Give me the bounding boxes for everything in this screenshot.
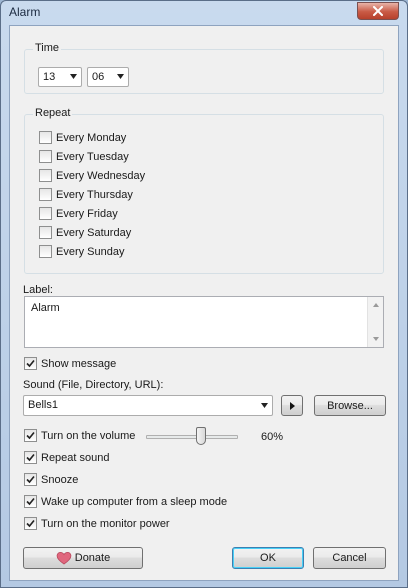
donate-button[interactable]: Donate [23,547,143,569]
ok-label: OK [260,552,276,564]
time-group-label: Time [33,42,62,54]
option-checkbox-box[interactable] [24,495,37,508]
option-checkbox-label: Snooze [41,473,79,486]
repeat-day-checkbox-box[interactable] [39,245,52,258]
option-checkbox[interactable]: Snooze [24,473,78,486]
close-button[interactable] [357,2,399,20]
option-checkbox-box[interactable] [24,451,37,464]
repeat-day-checkbox[interactable]: Every Monday [39,131,126,144]
chevron-down-icon [70,74,77,79]
volume-box[interactable] [24,429,37,442]
repeat-day-checkbox-label: Every Tuesday [56,150,129,163]
option-checkbox-label: Turn on the monitor power [41,517,170,530]
browse-label: Browse... [327,399,373,412]
donate-label: Donate [74,552,111,564]
cancel-button[interactable]: Cancel [313,547,386,569]
window-title: Alarm [9,5,41,19]
option-checkbox-box[interactable] [24,473,37,486]
checkmark-icon [26,519,35,528]
option-checkbox-label: Repeat sound [41,451,110,464]
sound-value: Bells1 [28,399,58,411]
option-checkbox[interactable]: Repeat sound [24,451,110,464]
checkmark-icon [26,497,35,506]
cancel-label: Cancel [332,552,367,564]
checkmark-icon [26,453,35,462]
option-checkbox[interactable]: Wake up computer from a sleep mode [24,495,227,508]
repeat-day-checkbox[interactable]: Every Sunday [39,245,124,258]
play-sound-button[interactable] [281,395,303,416]
volume-label: Turn on the volume [41,429,136,442]
show-message-checkbox[interactable]: Show message [24,357,116,370]
repeat-day-checkbox-label: Every Friday [56,207,118,220]
repeat-day-checkbox[interactable]: Every Tuesday [39,150,129,163]
volume-slider-thumb[interactable] [196,427,207,445]
checkmark-icon [26,431,35,440]
repeat-day-checkbox-box[interactable] [39,207,52,220]
label-textarea[interactable]: Alarm [24,296,384,348]
repeat-day-checkbox[interactable]: Every Friday [39,207,118,220]
minute-value: 06 [92,71,105,83]
sound-caption: Sound (File, Directory, URL): [23,379,164,391]
repeat-day-checkbox[interactable]: Every Thursday [39,188,133,201]
ok-button[interactable]: OK [232,547,304,569]
alarm-window: Alarm Time 13 06 Repeat Every Monday Ever… [0,0,408,588]
hour-select[interactable]: 13 [38,67,82,87]
scroll-down-icon [373,337,379,341]
label-caption: Label: [23,284,53,296]
minute-select[interactable]: 06 [87,67,129,87]
repeat-day-checkbox-label: Every Sunday [56,245,125,258]
dialog-body: Time 13 06 Repeat Every Monday Every Tues… [9,25,399,581]
repeat-day-checkbox-box[interactable] [39,150,52,163]
repeat-day-checkbox-label: Every Wednesday [56,169,146,182]
show-message-label: Show message [41,357,117,370]
option-checkbox-label: Wake up computer from a sleep mode [41,495,228,508]
close-icon [373,6,383,16]
play-icon [290,401,295,410]
volume-slider-track[interactable] [146,435,238,439]
repeat-day-checkbox[interactable]: Every Wednesday [39,169,145,182]
repeat-day-checkbox-label: Every Monday [56,131,127,144]
label-scrollbar[interactable] [367,297,383,347]
repeat-day-checkbox-label: Every Saturday [56,226,132,239]
repeat-day-checkbox-box[interactable] [39,226,52,239]
repeat-day-checkbox-box[interactable] [39,169,52,182]
checkmark-icon [26,475,35,484]
repeat-day-checkbox-box[interactable] [39,188,52,201]
repeat-group-label: Repeat [33,107,73,119]
repeat-day-checkbox[interactable]: Every Saturday [39,226,131,239]
browse-button[interactable]: Browse... [314,395,386,416]
checkmark-icon [26,359,35,368]
hour-value: 13 [43,71,56,83]
chevron-down-icon [261,403,268,408]
repeat-day-checkbox-label: Every Thursday [56,188,133,201]
scroll-up-icon [373,303,379,307]
title-bar: Alarm [1,1,407,25]
sound-select[interactable]: Bells1 [23,395,273,416]
option-checkbox[interactable]: Turn on the monitor power [24,517,170,530]
repeat-day-checkbox-box[interactable] [39,131,52,144]
option-checkbox-box[interactable] [24,517,37,530]
volume-percent: 60% [261,431,284,443]
show-message-box[interactable] [24,357,37,370]
chevron-down-icon [117,74,124,79]
volume-checkbox[interactable]: Turn on the volume [24,429,135,442]
heart-icon [56,552,72,565]
label-text: Alarm [31,302,60,314]
